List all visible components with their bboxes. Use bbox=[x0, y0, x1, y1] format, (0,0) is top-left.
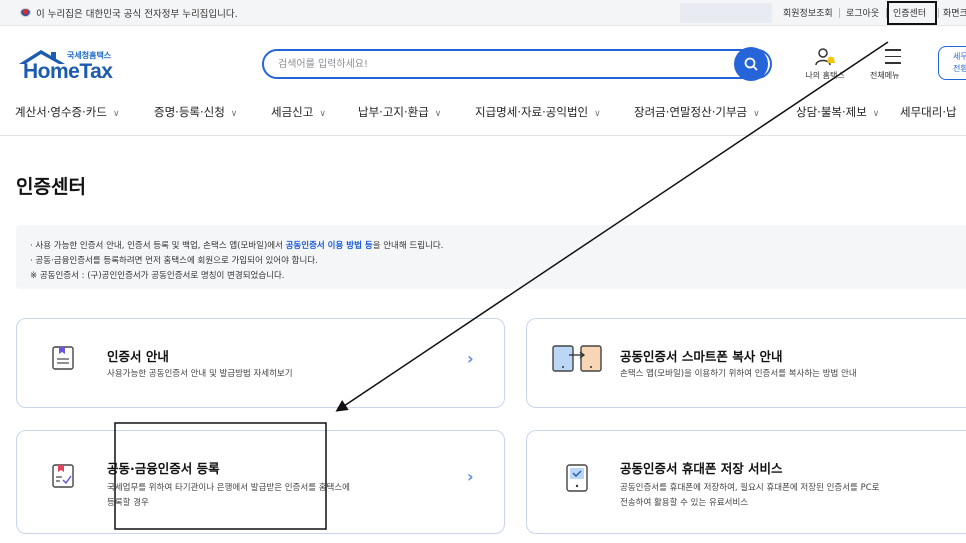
chevron-down-icon: ∨ bbox=[753, 109, 760, 119]
search-icon bbox=[744, 57, 758, 71]
screen-zoom-link[interactable]: 화면크 bbox=[943, 6, 966, 19]
chevron-down-icon: ∨ bbox=[319, 109, 326, 119]
document-icon bbox=[52, 346, 74, 370]
phone-copy-icon bbox=[552, 345, 602, 372]
nav-label: 증명·등록·신청 bbox=[154, 105, 225, 119]
card-title: 인증서 안내 bbox=[107, 349, 169, 364]
nav-item-statement[interactable]: 지급명세·자료·공익법인 ∨ bbox=[475, 104, 601, 120]
annotation-box-cert-center bbox=[887, 1, 937, 25]
notice-line-2: · 공동·금융인증서를 등록하려면 먼저 홈택스에 회원으로 가입되어 있어야 … bbox=[30, 256, 318, 266]
chevron-down-icon: ∨ bbox=[230, 109, 238, 119]
logout-link[interactable]: 로그아웃 bbox=[846, 6, 879, 19]
masked-user-area bbox=[680, 3, 772, 23]
divider bbox=[938, 8, 939, 18]
info-notice-box: · 사용 가능한 인증서 안내, 인증서 등록 및 백업, 손택스 앱(모바일)… bbox=[16, 225, 966, 289]
nav-item-tax-agent[interactable]: 세무대리·납 bbox=[900, 104, 957, 120]
nav-item-payment[interactable]: 납부·고지·환급 ∨ bbox=[358, 104, 441, 120]
nav-label: 납부·고지·환급 bbox=[358, 105, 429, 119]
chevron-down-icon: ∨ bbox=[112, 109, 120, 119]
card-desc: 전송하여 활용할 수 있는 유료서비스 bbox=[620, 498, 749, 508]
gov-notice-bar: 이 누리집은 대한민국 공식 전자정부 누리집입니다. 회원정보조회 로그아웃 … bbox=[0, 0, 966, 26]
nav-label: 세무대리·납 bbox=[900, 105, 957, 119]
notice-highlight: 공동인증서 이용 방법 등 bbox=[285, 241, 373, 251]
card-desc: 공동인증서를 휴대폰에 저장하여, 필요시 휴대폰에 저장된 인증서를 PC로 bbox=[620, 483, 880, 493]
member-info-link[interactable]: 회원정보조회 bbox=[783, 6, 833, 19]
notice-line-1: · 사용 가능한 인증서 안내, 인증서 등록 및 백업, 손택스 앱(모바일)… bbox=[30, 241, 444, 251]
chevron-down-icon: ∨ bbox=[434, 109, 442, 119]
divider bbox=[839, 8, 840, 18]
card-cert-register[interactable]: 공동·금융인증서 등록 국세업무를 위하여 타기관이나 은행에서 발급받은 인증… bbox=[16, 430, 505, 534]
notice-line-3: ※ 공동인증서 : (구)공인인증서가 공동인증서로 명칭이 변경되었습니다. bbox=[30, 271, 285, 281]
phone-save-icon bbox=[566, 464, 588, 492]
nav-label: 장려금·연말정산·기부금 bbox=[634, 105, 748, 119]
gov-notice-text: 이 누리집은 대한민국 공식 전자정부 누리집입니다. bbox=[36, 9, 238, 20]
main-nav: 계산서·영수증·카드 ∨ 증명·등록·신청 ∨ 세금신고 ∨ 납부·고지·환급 ∨ 지급… bbox=[0, 96, 966, 136]
nav-label: 지급명세·자료·공익법인 bbox=[475, 105, 589, 119]
card-cert-guide[interactable]: 인증서 안내 사용가능한 공동인증서 안내 및 발급방법 자세히보기 › bbox=[16, 318, 505, 408]
card-desc: 사용가능한 공동인증서 안내 및 발급방법 자세히보기 bbox=[107, 369, 293, 379]
search-box bbox=[262, 49, 772, 79]
korea-flag-icon bbox=[20, 8, 31, 17]
register-check-icon bbox=[52, 464, 74, 488]
card-title: 공동인증서 스마트폰 복사 안내 bbox=[620, 349, 783, 364]
nav-label: 세금신고 bbox=[271, 105, 314, 119]
card-smartphone-copy[interactable]: 공동인증서 스마트폰 복사 안내 손택스 앱(모바일)을 이용하기 위하여 인증… bbox=[526, 318, 966, 408]
chevron-down-icon: ∨ bbox=[594, 109, 601, 119]
nav-label: 계산서·영수증·카드 bbox=[15, 105, 107, 119]
nav-item-certificate[interactable]: 증명·등록·신청 ∨ bbox=[154, 104, 237, 120]
card-desc: 국세업무를 위하여 타기관이나 은행에서 발급받은 인증서를 홈택스에 bbox=[107, 483, 350, 493]
nav-item-invoice[interactable]: 계산서·영수증·카드 ∨ bbox=[15, 104, 120, 120]
card-phone-save[interactable]: 공동인증서 휴대폰 저장 서비스 공동인증서를 휴대폰에 저장하여, 필요시 휴… bbox=[526, 430, 966, 534]
nav-item-tax-report[interactable]: 세금신고 ∨ bbox=[271, 104, 326, 120]
user-bell-icon bbox=[815, 48, 835, 66]
nav-label: 상담·불복·제보 bbox=[796, 105, 867, 119]
nav-item-consult[interactable]: 상담·불복·제보 ∨ bbox=[796, 104, 879, 120]
all-menu-button[interactable]: 전체메뉴 bbox=[870, 44, 914, 84]
my-hometax-button[interactable]: 나의 홈택스 bbox=[800, 44, 850, 84]
card-title: 공동인증서 휴대폰 저장 서비스 bbox=[620, 461, 783, 476]
card-desc: 손택스 앱(모바일)을 이용하기 위하여 인증서를 복사하는 방법 안내 bbox=[620, 369, 857, 379]
all-menu-label: 전체메뉴 bbox=[870, 71, 900, 80]
my-hometax-label: 나의 홈택스 bbox=[805, 71, 845, 80]
search-input[interactable] bbox=[278, 55, 718, 73]
chevron-down-icon: ∨ bbox=[872, 109, 880, 119]
card-title: 공동·금융인증서 등록 bbox=[107, 461, 220, 476]
nav-item-incentive[interactable]: 장려금·연말정산·기부금 ∨ bbox=[634, 104, 760, 120]
tax-agent-switch-button[interactable]: 세무 전환 bbox=[938, 46, 966, 80]
chevron-right-icon: › bbox=[467, 467, 474, 486]
logo-text: HomeTax bbox=[23, 60, 113, 83]
search-button[interactable] bbox=[734, 47, 768, 81]
page-title: 인증센터 bbox=[16, 176, 86, 198]
card-desc: 등록할 경우 bbox=[107, 498, 149, 508]
hamburger-icon bbox=[885, 49, 901, 69]
chevron-right-icon: › bbox=[467, 349, 474, 368]
hometax-logo[interactable]: 국세청홈택스 HomeTax bbox=[17, 46, 127, 88]
